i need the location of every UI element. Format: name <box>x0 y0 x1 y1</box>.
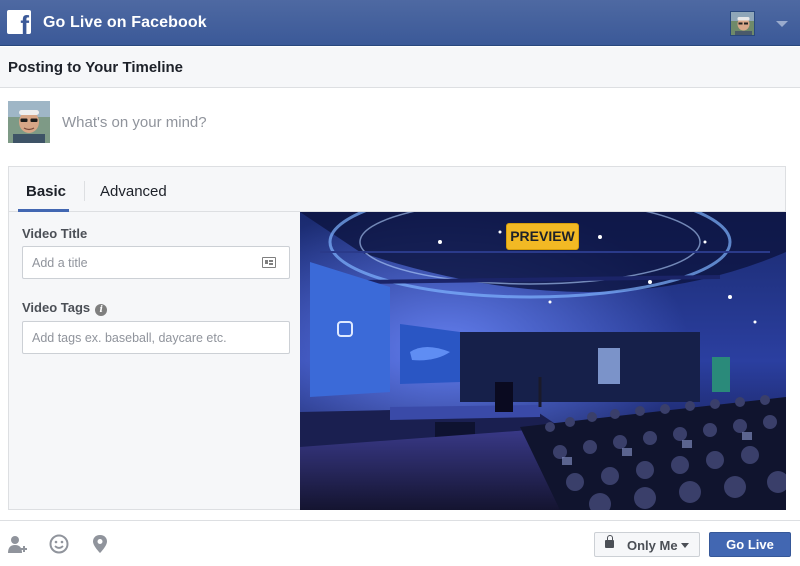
preview-badge: PREVIEW <box>506 223 579 250</box>
privacy-label: Only Me <box>627 538 678 553</box>
window-title: Go Live on Facebook <box>43 14 207 31</box>
info-icon[interactable]: i <box>95 304 108 316</box>
video-title-input[interactable] <box>23 247 289 278</box>
facebook-logo-icon[interactable]: f <box>7 10 31 34</box>
go-live-button[interactable]: Go Live <box>709 532 791 557</box>
id-card-icon <box>262 257 276 268</box>
video-title-field[interactable] <box>22 246 290 279</box>
video-tags-label: Video Tags <box>22 300 91 315</box>
status-input[interactable]: What's on your mind? <box>62 114 207 131</box>
chevron-down-icon <box>681 543 689 548</box>
top-bar: f Go Live on Facebook <box>0 0 800 46</box>
composer-avatar <box>8 101 50 143</box>
location-pin-icon[interactable] <box>92 534 108 554</box>
tab-basic[interactable]: Basic <box>26 183 66 200</box>
feeling-smiley-icon[interactable] <box>49 534 69 554</box>
basic-form: Video Title Video Tags i <box>9 212 300 509</box>
settings-tabs: Basic Advanced <box>9 167 785 212</box>
lock-icon <box>605 535 614 548</box>
video-tags-field[interactable] <box>22 321 290 354</box>
conference-hall-image <box>300 212 786 510</box>
live-video-preview: PREVIEW <box>300 212 786 510</box>
tab-advanced[interactable]: Advanced <box>100 183 167 200</box>
posting-target-title: Posting to Your Timeline <box>8 59 184 76</box>
tab-divider <box>84 181 85 201</box>
video-tags-label-row: Video Tags i <box>22 300 108 316</box>
tag-people-icon[interactable] <box>7 534 29 554</box>
profile-avatar[interactable] <box>730 11 755 36</box>
video-tags-input[interactable] <box>23 322 289 353</box>
account-menu-chevron-down-icon[interactable] <box>776 21 788 27</box>
privacy-selector-button[interactable]: Only Me <box>594 532 700 557</box>
video-title-label: Video Title <box>22 226 88 241</box>
composer-footer: Only Me Go Live <box>0 520 800 566</box>
live-settings-panel: Basic Advanced Video Title Video Tags i <box>8 166 786 510</box>
posting-header: Posting to Your Timeline <box>0 47 800 88</box>
